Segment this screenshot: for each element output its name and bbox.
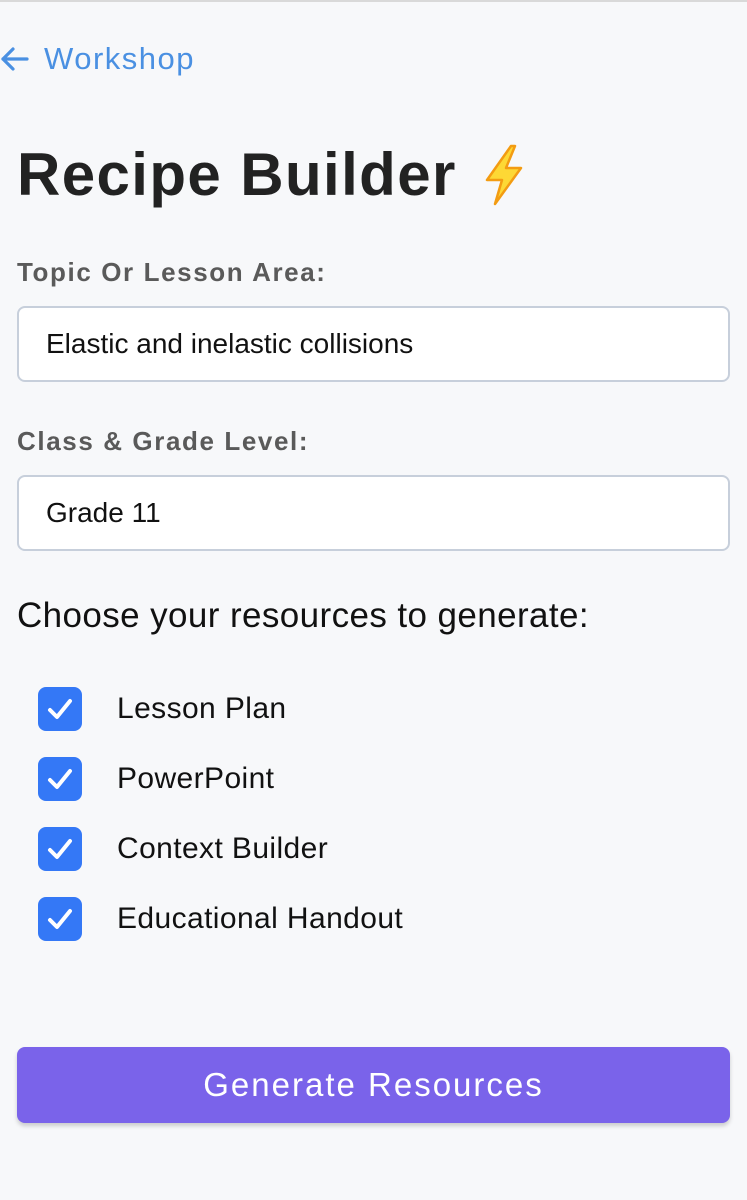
resource-option-label: Educational Handout	[117, 902, 404, 935]
topic-input[interactable]	[17, 306, 730, 382]
page-title-text: Recipe Builder	[17, 141, 457, 208]
checkbox-checked-icon[interactable]	[38, 897, 82, 941]
resource-option-label: Lesson Plan	[117, 692, 287, 725]
resource-option-label: Context Builder	[117, 832, 329, 865]
generate-resources-button[interactable]: Generate Resources	[17, 1047, 730, 1123]
grade-input[interactable]	[17, 475, 730, 551]
resource-option-educational-handout[interactable]: Educational Handout	[38, 896, 403, 942]
resource-option-lesson-plan[interactable]: Lesson Plan	[38, 686, 287, 732]
back-link-label[interactable]: Workshop	[44, 41, 195, 77]
resource-option-context-builder[interactable]: Context Builder	[38, 826, 328, 872]
topic-field-label: Topic Or Lesson Area:	[17, 257, 327, 287]
resources-heading: Choose your resources to generate:	[17, 596, 589, 635]
lightning-bolt-icon	[481, 144, 527, 206]
checkbox-checked-icon[interactable]	[38, 687, 82, 731]
resource-option-label: PowerPoint	[117, 762, 275, 795]
top-divider	[0, 0, 747, 2]
arrow-left-icon	[0, 44, 30, 74]
checkbox-checked-icon[interactable]	[38, 757, 82, 801]
page-title: Recipe Builder	[17, 140, 527, 209]
back-to-workshop-link[interactable]: Workshop	[0, 38, 195, 80]
checkbox-checked-icon[interactable]	[38, 827, 82, 871]
resource-option-powerpoint[interactable]: PowerPoint	[38, 756, 274, 802]
grade-field-label: Class & Grade Level:	[17, 426, 310, 456]
